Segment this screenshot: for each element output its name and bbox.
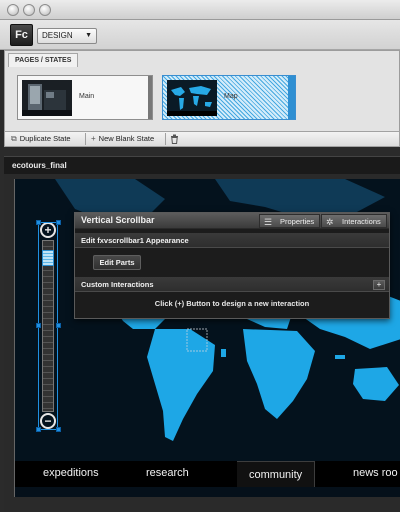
plus-icon: + [91, 134, 96, 143]
state-thumbnail-map[interactable]: Map [162, 75, 296, 120]
state-label-main: Main [79, 93, 95, 100]
sliders-icon: ☰ [264, 217, 273, 227]
trash-icon [171, 134, 178, 144]
document-title[interactable]: ecotours_final [12, 161, 67, 170]
selection-outline [38, 222, 58, 430]
minimize-window-button[interactable] [23, 4, 35, 16]
window-titlebar [0, 0, 400, 20]
resize-handle[interactable] [56, 323, 61, 328]
resize-handle[interactable] [56, 427, 61, 432]
delete-state-button[interactable] [170, 132, 179, 146]
close-window-button[interactable] [7, 4, 19, 16]
resize-handle[interactable] [56, 220, 61, 225]
new-blank-state-label: New Blank State [98, 134, 155, 143]
thumbnail-edge [148, 76, 152, 119]
custom-interactions-heading: Custom Interactions [81, 280, 154, 289]
site-navigation: expeditions research community news roo [15, 461, 400, 487]
app-toolbar: Fc DESIGN ▼ [0, 20, 400, 50]
component-hud-popup: Vertical Scrollbar ☰ Properties ✲ Interact… [74, 212, 390, 319]
pages-states-tab[interactable]: PAGES / STATES [8, 53, 79, 67]
selected-state-indicator [288, 76, 295, 119]
hud-header: Vertical Scrollbar ☰ Properties ✲ Interact… [75, 213, 389, 229]
workspace-select-value: DESIGN [42, 31, 73, 40]
add-interaction-button[interactable]: + [373, 280, 385, 290]
new-blank-state-button[interactable]: + New Blank State [91, 132, 154, 146]
appearance-heading: Edit fxvscrollbar1 Appearance [81, 236, 189, 245]
pages-states-actions: ⧉ Duplicate State + New Blank State [4, 131, 400, 147]
nav-item-expeditions[interactable]: expeditions [43, 467, 99, 479]
duplicate-state-button[interactable]: ⧉ Duplicate State [11, 132, 71, 146]
interactions-tab[interactable]: ✲ Interactions [321, 214, 387, 228]
interactions-tab-label: Interactions [342, 217, 381, 226]
gear-icon: ✲ [326, 217, 334, 227]
chevron-down-icon: ▼ [85, 32, 92, 39]
state-thumbnail-main[interactable]: Main [17, 75, 153, 120]
nav-item-news-room[interactable]: news roo [353, 467, 398, 479]
duplicate-state-label: Duplicate State [19, 134, 71, 143]
resize-handle[interactable] [36, 220, 41, 225]
properties-tab[interactable]: ☰ Properties [259, 214, 321, 228]
divider [165, 133, 166, 145]
appearance-section-header: Edit fxvscrollbar1 Appearance [75, 233, 389, 248]
resize-handle[interactable] [36, 323, 41, 328]
app-logo: Fc [10, 24, 33, 46]
workspace-select[interactable]: DESIGN ▼ [37, 28, 97, 44]
hud-title: Vertical Scrollbar [81, 215, 155, 225]
edit-parts-button[interactable]: Edit Parts [93, 255, 141, 270]
map-state-preview-image [167, 80, 217, 116]
zoom-window-button[interactable] [39, 4, 51, 16]
properties-tab-label: Properties [280, 217, 315, 226]
state-label-map: Map [224, 93, 238, 100]
duplicate-icon: ⧉ [11, 134, 17, 143]
nav-item-community[interactable]: community [237, 461, 316, 487]
interaction-hint-text: Click (+) Button to design a new interac… [154, 299, 310, 308]
document-tab-bar: ecotours_final [4, 156, 400, 174]
custom-interactions-header: Custom Interactions + [75, 277, 389, 292]
nav-item-research[interactable]: research [146, 467, 189, 479]
main-state-preview-image [22, 80, 72, 116]
resize-handle[interactable] [36, 427, 41, 432]
divider [85, 133, 86, 145]
